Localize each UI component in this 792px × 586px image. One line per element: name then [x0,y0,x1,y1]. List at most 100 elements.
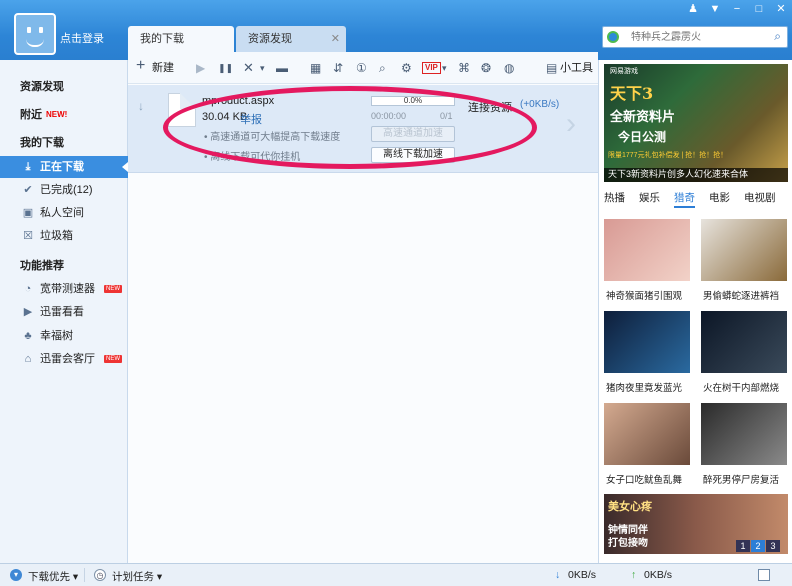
sidebar-item-label: 已完成(12) [40,184,93,196]
section-heading: 功能推荐 [20,260,64,272]
priority-label: 下载优先 [28,571,70,583]
sidebar-item-kankan[interactable]: ▶ 迅雷看看 [0,301,128,323]
pager-page-1[interactable]: 1 [736,540,750,552]
download-arrow-icon: ↓ [138,99,144,113]
login-link[interactable]: 点击登录 [60,30,104,46]
video-caption[interactable]: 女子口吃鱿鱼乱舞 [606,472,682,486]
start-icon[interactable]: ▶ [196,60,205,76]
vip-icon[interactable]: VIP [422,62,441,74]
close-icon[interactable]: ✕ [770,0,792,18]
tab-strip: 我的下载 资源发现 ✕ [128,26,346,52]
banner-line1: 全新资料片 [610,109,676,124]
category-tabs: 热播 娱乐 猎奇 电影 电视剧 [604,190,788,208]
priority-icon: ▾ [10,569,22,581]
highlight-ellipse [163,86,537,169]
expand-chevron-icon[interactable]: › [566,109,576,139]
sidebar-item-downloading[interactable]: ⤓ 正在下载 [0,156,128,178]
video-thumbnail[interactable] [604,311,690,373]
category-movie[interactable]: 电影 [709,190,730,208]
video-caption[interactable]: 神奇猴面猪引围观 [606,288,682,302]
avatar[interactable] [14,13,56,55]
video-caption[interactable]: 男偷蟒蛇逐进裤裆 [703,288,779,302]
sidebar-item-trash[interactable]: ☒ 垃圾箱 [0,225,128,247]
tab-resource-discovery[interactable]: 资源发现 ✕ [236,26,346,52]
grid-view-icon[interactable]: ▦ [310,60,321,76]
category-entertainment[interactable]: 娱乐 [639,190,660,208]
pause-icon[interactable]: ❚❚ [218,60,233,76]
banner-promo: 限量1777元礼包补偿发 | 抢！抢！抢！ [608,152,728,159]
sidebar-item-happy-tree[interactable]: ♣ 幸福树 [0,325,128,347]
panel-toggle-icon[interactable] [758,569,770,581]
video-caption[interactable]: 猪肉夜里竟发蓝光 [606,380,682,394]
sidebar-item-resources[interactable]: 资源发现 [0,76,128,98]
globe-icon[interactable]: ◍ [504,60,514,76]
vip-dropdown-icon[interactable]: ▾ [442,60,447,76]
sidebar-item-nearby[interactable]: 附近 NEW! [0,104,128,126]
download-icon: ⤓ [25,161,31,173]
sidebar-item-speedtest[interactable]: ◔ 宽带测速器 NEW [0,278,128,300]
banner-title: 天下3 [610,84,654,103]
sidebar-item-label: 幸福树 [40,330,73,342]
film-icon[interactable]: ❂ [481,60,491,76]
category-tv[interactable]: 电视剧 [744,190,776,208]
sidebar-item-private[interactable]: ▣ 私人空间 [0,202,128,224]
video-thumbnail[interactable] [604,403,690,465]
sidebar: 资源发现 附近 NEW! 我的下载 ⤓ 正在下载 ✔ 已完成(12) ▣ 私人空间… [0,60,128,563]
counter-icon[interactable]: ① [356,60,367,76]
pager-page-2[interactable]: 2 [751,540,765,552]
video-thumbnail[interactable] [701,403,787,465]
new-task-icon[interactable]: + [136,58,145,74]
folder-icon[interactable]: ▬ [276,60,288,76]
video-thumbnail[interactable] [604,219,690,281]
toolbox-icon[interactable]: ▤ [546,60,557,76]
sidebar-item-completed[interactable]: ✔ 已完成(12) [0,179,128,201]
ad-banner[interactable]: 网易游戏 天下3 全新资料片 今日公测 限量1777元礼包补偿发 | 抢！抢！抢… [604,64,788,182]
category-hot[interactable]: 热播 [604,190,625,208]
search-icon[interactable]: ⌕ [774,29,781,44]
clock-icon: ◷ [94,569,106,581]
sidebar-item-label: 垃圾箱 [40,230,73,242]
sidebar-item-label: 迅雷会客厅 [40,353,95,365]
category-curious[interactable]: 猎奇 [674,190,695,208]
feature-pager: 1 2 3 [736,540,780,552]
minimize-icon[interactable]: − [726,0,748,18]
sort-icon[interactable]: ⇵ [333,60,343,76]
settings-icon[interactable]: ⚙ [401,60,412,76]
tab-close-icon[interactable]: ✕ [331,26,340,52]
schedule-label: 计划任务 [112,571,154,583]
tools-button[interactable]: 小工具 [560,60,593,76]
speedometer-icon: ◔ [24,283,32,295]
video-thumbnail[interactable] [701,311,787,373]
window-controls: ♟ ▼ − □ ✕ [682,0,792,18]
delete-icon[interactable]: ✕ [243,60,254,76]
schedule-button[interactable]: 计划任务 ▾ [112,569,162,584]
sidebar-item-lounge[interactable]: ⌂ 迅雷会客厅 NEW [0,348,128,370]
feature-video-subtitle: 钟情同伴 打包接吻 [608,525,648,549]
new-badge: NEW [104,355,122,363]
status-bar: ▾ 下载优先 ▾ ◷ 计划任务 ▾ ↓ 0KB/s ↑ 0KB/s [0,563,792,586]
sidebar-item-label: 资源发现 [20,81,64,93]
video-thumbnail[interactable] [701,219,787,281]
menu-icon[interactable]: ▼ [704,0,726,18]
sidebar-section-features: 功能推荐 [0,255,128,277]
search-icon[interactable]: ⌕ [379,60,386,76]
gamepad-icon[interactable]: ⌘ [458,60,470,76]
skin-icon[interactable]: ♟ [682,0,704,18]
sidebar-section-downloads: 我的下载 [0,132,128,154]
delete-dropdown-icon[interactable]: ▾ [260,60,265,76]
pager-page-3[interactable]: 3 [766,540,780,552]
lock-icon: ▣ [22,207,34,219]
feature-video-title: 美女心疼 [608,500,652,513]
tab-label: 资源发现 [248,33,292,45]
search-input[interactable] [631,30,761,44]
maximize-icon[interactable]: □ [748,0,770,18]
video-caption[interactable]: 火在树干内部燃烧 [703,380,779,394]
new-task-button[interactable]: 新建 [152,60,174,76]
video-caption[interactable]: 醉死男停尸房复活 [703,472,779,486]
sidebar-item-label: 附近 [20,109,42,121]
sidebar-item-label: 私人空间 [40,207,84,219]
download-priority-button[interactable]: 下载优先 ▾ [28,569,78,584]
home-icon: ⌂ [24,353,32,365]
tab-my-downloads[interactable]: 我的下载 [128,26,234,52]
sidebar-item-label: 宽带测速器 [40,283,95,295]
